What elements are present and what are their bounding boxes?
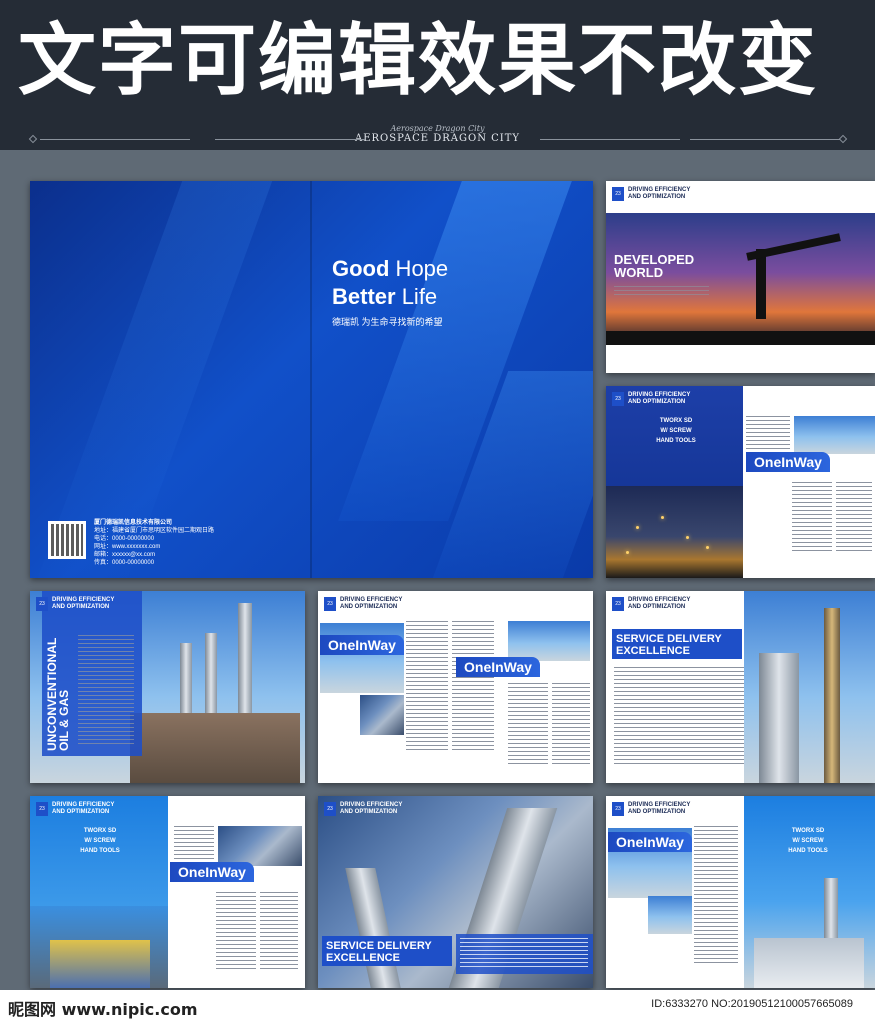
- image-id: ID:6333270 NO:20190512100057665089: [651, 998, 853, 1010]
- tower: [759, 653, 799, 783]
- spread-oneinway: 23 DRIVING EFFICIENCY AND OPTIMIZATION On…: [318, 591, 593, 783]
- service-delivery-title: SERVICE DELIVERY EXCELLENCE: [616, 633, 722, 657]
- pipes-photo: [218, 826, 302, 866]
- text-lines: [78, 635, 134, 745]
- spread-developed-world: 23 DRIVING EFFICIENCY AND OPTIMIZATION DE…: [606, 181, 875, 373]
- text-lines: [216, 892, 256, 972]
- text-lines: [260, 892, 298, 972]
- text-lines: [614, 286, 709, 298]
- text-lines: [552, 683, 590, 767]
- cover-company-info: 厦门德瑞凯信息技术有限公司地址：福建省厦门市思明区软件园二期观日路 电话：0000…: [94, 519, 214, 567]
- horizon: [606, 331, 875, 345]
- page-header: 23 DRIVING EFFICIENCY AND OPTIMIZATION: [324, 802, 402, 816]
- watermark-footer: 昵图网 www.nipic.com ID:6333270 NO:20190512…: [0, 990, 875, 1024]
- text-lines: [836, 482, 872, 552]
- text-lines: [746, 416, 790, 450]
- company-line: 地址：福建省厦门市思明区软件园二期观日路: [94, 528, 215, 534]
- tworx-title: TWORX SD W/ SCREW HAND TOOLS: [80, 828, 120, 854]
- oneinway-label: OneInWay: [746, 452, 830, 472]
- oneinway-label: OneInWay: [608, 832, 692, 852]
- plant-day-photo: [30, 906, 168, 988]
- page-header: 23 DRIVING EFFICIENCY AND OPTIMIZATION: [36, 802, 114, 816]
- cover-spread: Good Hope Better Life 德瑞凯 为生命寻找新的希望 厦门德瑞…: [30, 181, 593, 578]
- cover-headline-life: Life: [395, 284, 438, 309]
- text-lines: [452, 621, 494, 751]
- nipic-logo: 昵图网 www.nipic.com: [8, 1000, 198, 1019]
- worker-photo: [320, 623, 404, 693]
- tower: [824, 608, 840, 783]
- plant-photo: [508, 621, 590, 661]
- pipes-photo: [360, 695, 404, 735]
- text-lines: [792, 482, 832, 552]
- refinery-night-photo: [606, 486, 743, 578]
- tworx-title: TWORX SD W/ SCREW HAND TOOLS: [788, 828, 828, 854]
- company-line: 传真：0000-00000000: [94, 560, 155, 566]
- service-delivery-title: SERVICE DELIVERY EXCELLENCE: [326, 940, 432, 964]
- text-lines: [174, 826, 214, 860]
- spread-tworx-night: 23 DRIVING EFFICIENCY AND OPTIMIZATION TW…: [606, 386, 875, 578]
- text-lines: [694, 826, 738, 966]
- page-header: 23 DRIVING EFFICIENCY AND OPTIMIZATION: [612, 802, 690, 816]
- spread-service-delivery: 23 DRIVING EFFICIENCY AND OPTIMIZATION SE…: [606, 591, 875, 783]
- page-header: 23 DRIVING EFFICIENCY AND OPTIMIZATION: [36, 597, 114, 611]
- company-line: 电话：0000-00000000: [94, 536, 155, 542]
- banner-script-line: Aerospace Dragon City: [390, 124, 485, 133]
- company-line: 网址：www.xxxxxxx.com: [94, 544, 161, 550]
- cover-headline: Good Hope Better Life: [332, 255, 448, 311]
- pump-jack-post: [756, 249, 766, 319]
- plant-photo: [794, 416, 875, 454]
- page-header: 23 DRIVING EFFICIENCY AND OPTIMIZATION: [612, 187, 690, 201]
- banner-rule-right: [690, 139, 840, 140]
- pump-jack-beam: [746, 233, 841, 261]
- page-header: 23 DRIVING EFFICIENCY AND OPTIMIZATION: [324, 597, 402, 611]
- company-line: 邮箱：xxxxxx@xx.com: [94, 552, 156, 558]
- top-banner: 文字可编辑效果不改变 Aerospace Dragon City AEROSPA…: [0, 0, 875, 150]
- text-lines: [460, 938, 588, 968]
- oneinway-label: OneInWay: [170, 862, 254, 882]
- cover-headline-better: Better: [332, 284, 396, 309]
- tower: [345, 868, 401, 988]
- company-line: 厦门德瑞凯信息技术有限公司: [94, 520, 173, 526]
- text-lines: [508, 683, 548, 767]
- spread-tworx-day: 23 DRIVING EFFICIENCY AND OPTIMIZATION TW…: [30, 796, 305, 988]
- text-lines: [614, 667, 744, 767]
- page-header: 23 DRIVING EFFICIENCY AND OPTIMIZATION: [612, 392, 690, 406]
- banner-rule-left: [40, 139, 190, 140]
- unconventional-title: UNCONVENTIONAL OIL & GAS: [45, 637, 71, 751]
- banner-title: 文字可编辑效果不改变: [18, 16, 819, 106]
- page-header: 23 DRIVING EFFICIENCY AND OPTIMIZATION: [612, 597, 690, 611]
- cover-slogan: 德瑞凯 为生命寻找新的希望: [332, 317, 443, 327]
- spread-unconventional: 23 DRIVING EFFICIENCY AND OPTIMIZATION UN…: [30, 591, 305, 783]
- cover-headline-good: Good: [332, 256, 390, 281]
- plant-base: [50, 940, 150, 988]
- refinery-photo: [744, 591, 875, 783]
- oneinway-label: OneInWay: [456, 657, 540, 677]
- tworx-title: TWORX SD W/ SCREW HAND TOOLS: [656, 418, 696, 444]
- banner-rule-inner-right: [540, 139, 680, 140]
- spread-oneinway-right: 23 DRIVING EFFICIENCY AND OPTIMIZATION On…: [606, 796, 875, 988]
- plant-base: [754, 938, 864, 988]
- spread-service-photo: 23 DRIVING EFFICIENCY AND OPTIMIZATION SE…: [318, 796, 593, 988]
- qr-code-icon: [48, 521, 86, 559]
- cover-fold: [310, 181, 312, 578]
- text-lines: [406, 621, 448, 751]
- oneinway-label: OneInWay: [320, 635, 404, 655]
- developed-world-title: DEVELOPED WORLD: [614, 252, 695, 280]
- cover-headline-hope: Hope: [389, 256, 449, 281]
- tower-photo: [648, 896, 692, 934]
- refinery-blue-photo: [744, 796, 875, 988]
- plant-base: [130, 713, 300, 783]
- banner-rule-inner-left: [215, 139, 365, 140]
